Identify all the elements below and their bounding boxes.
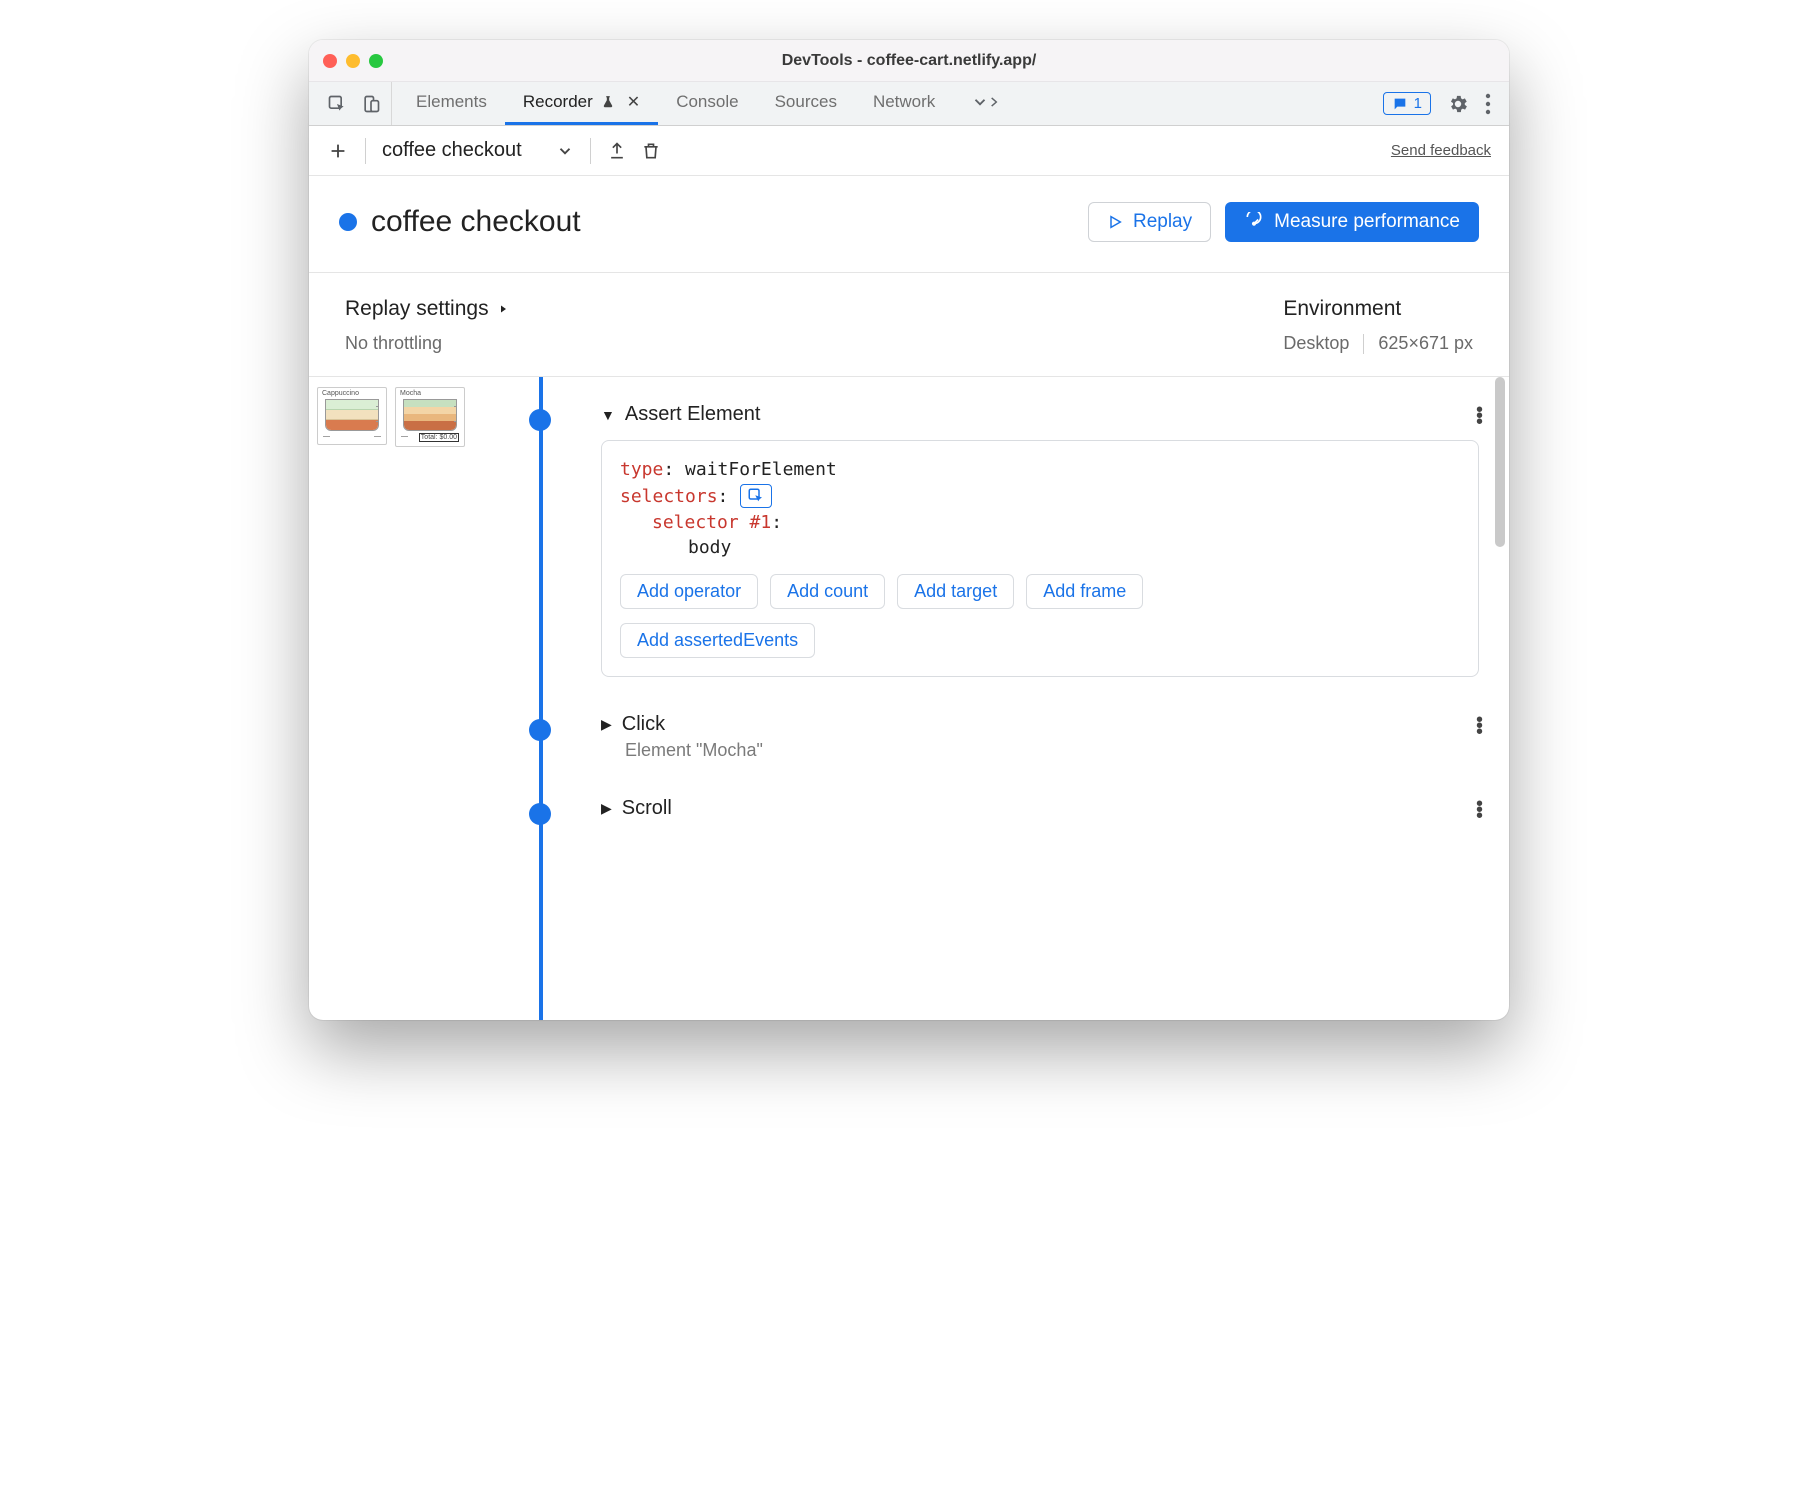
step-menu-icon[interactable]: ••• — [1476, 407, 1483, 425]
add-target-button[interactable]: Add target — [897, 574, 1014, 609]
kebab-menu-icon[interactable] — [1485, 93, 1491, 115]
delete-icon[interactable] — [641, 141, 661, 161]
recording-dropdown[interactable]: coffee checkout — [382, 139, 522, 162]
step-dot — [529, 803, 551, 825]
recorder-body: Cappuccino —— Mocha —Total: $0.00 ••• ▼ … — [309, 377, 1509, 1020]
steps-list: ••• ▼ Assert Element type: waitForElemen… — [529, 377, 1509, 1020]
maximize-window-button[interactable] — [369, 54, 383, 68]
inspect-element-icon[interactable] — [327, 94, 347, 114]
step-assert-element: ••• ▼ Assert Element type: waitForElemen… — [569, 385, 1479, 695]
window-title: DevTools - coffee-cart.netlify.app/ — [309, 52, 1509, 70]
step-title: Scroll — [622, 797, 672, 820]
tab-console[interactable]: Console — [658, 82, 756, 125]
devtools-tabs-row: Elements Recorder ✕ Console Sources Netw… — [309, 82, 1509, 126]
tab-network[interactable]: Network — [855, 82, 953, 125]
step-subtitle: Element "Mocha" — [625, 740, 1479, 761]
add-count-button[interactable]: Add count — [770, 574, 885, 609]
step-card: type: waitForElement selectors: selector… — [601, 440, 1479, 677]
step-header[interactable]: ▶ Click — [601, 713, 1479, 736]
separator — [1363, 334, 1364, 354]
add-operator-button[interactable]: Add operator — [620, 574, 758, 609]
viewport-value: 625×671 px — [1378, 333, 1473, 354]
add-asserted-events-button[interactable]: Add assertedEvents — [620, 623, 815, 658]
scrollbar-thumb[interactable] — [1495, 377, 1505, 547]
selector-picker-button[interactable] — [740, 484, 772, 508]
step-dot — [529, 719, 551, 741]
code-key: selectors — [620, 486, 718, 507]
environment-label: Environment — [1283, 297, 1473, 321]
screenshot-thumbnails: Cappuccino —— Mocha —Total: $0.00 — [309, 377, 529, 1020]
tab-elements[interactable]: Elements — [398, 82, 505, 125]
minimize-window-button[interactable] — [346, 54, 360, 68]
chevron-down-icon: ▼ — [601, 407, 615, 423]
code-value: waitForElement — [685, 459, 837, 480]
thumbnail[interactable]: Cappuccino —— — [317, 387, 387, 445]
step-header[interactable]: ▼ Assert Element — [601, 403, 1479, 426]
close-tab-icon[interactable]: ✕ — [627, 92, 640, 112]
code-key: selector #1 — [652, 512, 771, 533]
recording-header: coffee checkout Replay Measure performan… — [309, 176, 1509, 273]
thumbnail[interactable]: Mocha —Total: $0.00 — [395, 387, 465, 447]
step-dot — [529, 409, 551, 431]
send-feedback-link[interactable]: Send feedback — [1391, 142, 1491, 159]
close-window-button[interactable] — [323, 54, 337, 68]
replay-button[interactable]: Replay — [1088, 202, 1211, 242]
device-toggle-icon[interactable] — [361, 94, 381, 114]
replay-settings-toggle[interactable]: Replay settings — [345, 297, 1283, 321]
step-title: Click — [622, 713, 665, 736]
throttling-value: No throttling — [345, 333, 1283, 354]
settings-row: Replay settings No throttling Environmen… — [309, 273, 1509, 377]
tab-recorder-label: Recorder — [523, 92, 593, 112]
more-tabs-button[interactable] — [953, 82, 1019, 125]
replay-button-label: Replay — [1133, 211, 1192, 233]
issues-badge[interactable]: 1 — [1383, 92, 1431, 115]
step-menu-icon[interactable]: ••• — [1476, 717, 1483, 735]
export-icon[interactable] — [607, 141, 627, 161]
code-key: type — [620, 459, 663, 480]
recording-status-dot — [339, 213, 357, 231]
code-value: body — [688, 537, 731, 558]
settings-gear-icon[interactable] — [1447, 93, 1469, 115]
add-frame-button[interactable]: Add frame — [1026, 574, 1143, 609]
titlebar: DevTools - coffee-cart.netlify.app/ — [309, 40, 1509, 82]
measure-button-label: Measure performance — [1274, 211, 1460, 233]
tab-sources[interactable]: Sources — [757, 82, 855, 125]
new-recording-icon[interactable] — [327, 140, 349, 162]
step-title: Assert Element — [625, 403, 761, 426]
step-menu-icon[interactable]: ••• — [1476, 801, 1483, 819]
step-header[interactable]: ▶ Scroll — [601, 797, 1479, 820]
recording-title: coffee checkout — [371, 205, 1088, 239]
step-click: ••• ▶ Click Element "Mocha" — [569, 695, 1479, 779]
recorder-toolbar: coffee checkout Send feedback — [309, 126, 1509, 176]
replay-settings-label: Replay settings — [345, 297, 489, 321]
chevron-down-icon[interactable] — [556, 142, 574, 160]
timeline-line — [539, 377, 543, 1020]
step-scroll: ••• ▶ Scroll — [569, 779, 1479, 820]
flask-icon — [601, 95, 615, 109]
measure-performance-button[interactable]: Measure performance — [1225, 202, 1479, 242]
chevron-right-icon: ▶ — [601, 716, 612, 733]
chevron-right-icon: ▶ — [601, 800, 612, 817]
window-controls — [323, 54, 383, 68]
device-value: Desktop — [1283, 333, 1349, 354]
issues-count: 1 — [1414, 95, 1422, 112]
tab-recorder[interactable]: Recorder ✕ — [505, 82, 658, 125]
devtools-window: DevTools - coffee-cart.netlify.app/ Elem… — [309, 40, 1509, 1020]
